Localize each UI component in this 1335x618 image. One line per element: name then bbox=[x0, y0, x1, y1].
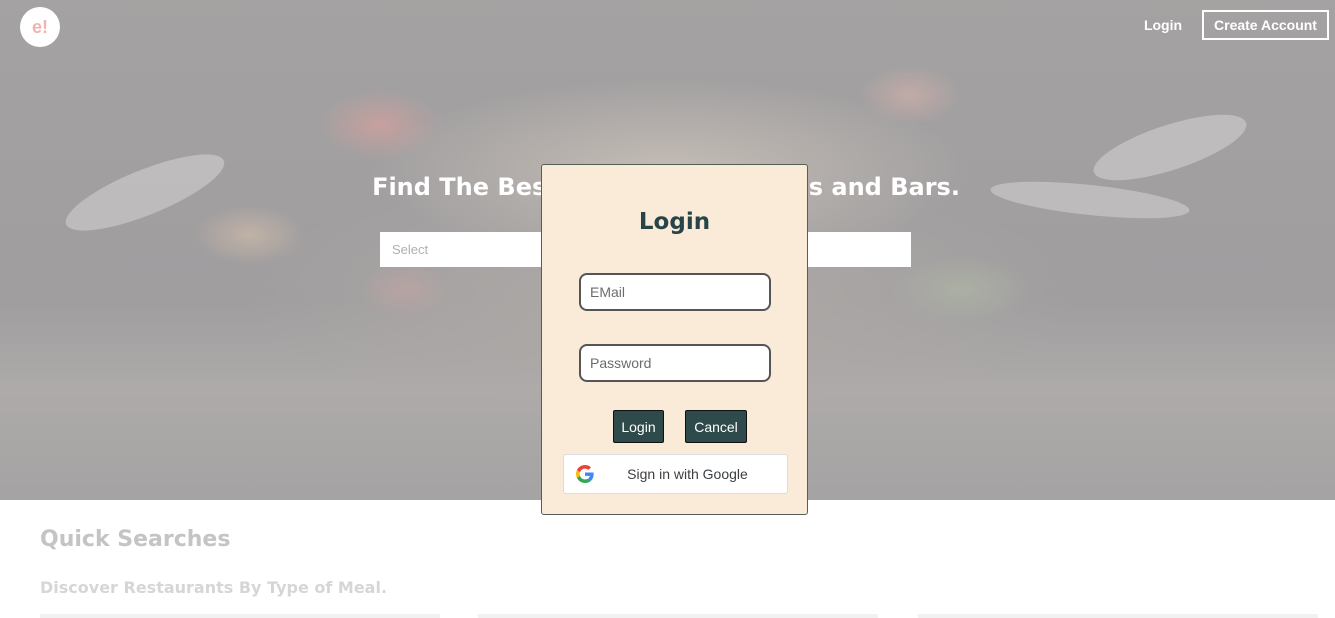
create-account-button[interactable]: Create Account bbox=[1202, 10, 1329, 40]
email-field[interactable] bbox=[579, 273, 771, 311]
login-button[interactable]: Login bbox=[613, 410, 664, 443]
quick-searches-title: Quick Searches bbox=[40, 527, 231, 552]
meal-type-card[interactable] bbox=[478, 614, 878, 618]
quick-searches-subtitle: Discover Restaurants By Type of Meal. bbox=[40, 578, 388, 597]
brand-logo[interactable]: e! bbox=[20, 7, 60, 47]
login-modal: Login Login Cancel Sign in with Google bbox=[541, 164, 808, 515]
header-login-link[interactable]: Login bbox=[1133, 10, 1193, 40]
cancel-button[interactable]: Cancel bbox=[685, 410, 747, 443]
modal-title: Login bbox=[638, 209, 711, 235]
meal-type-card[interactable] bbox=[40, 614, 440, 618]
google-sign-in-button[interactable]: Sign in with Google bbox=[563, 454, 788, 494]
password-field[interactable] bbox=[579, 344, 771, 382]
meal-type-card[interactable] bbox=[918, 614, 1318, 618]
google-sign-in-label: Sign in with Google bbox=[627, 466, 748, 482]
